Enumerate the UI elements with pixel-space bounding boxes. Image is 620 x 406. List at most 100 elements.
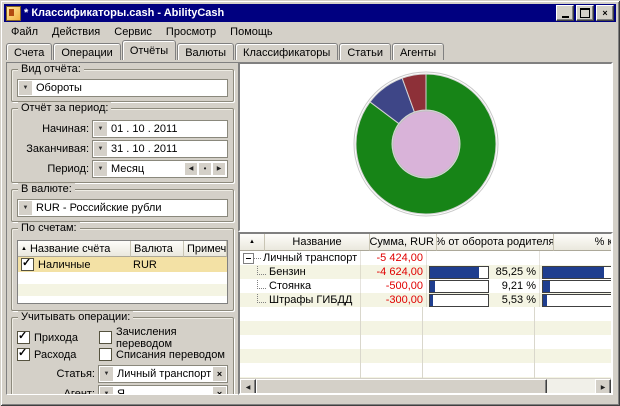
close-button[interactable]: ×	[596, 5, 614, 21]
table-row[interactable]: Стоянка-500,009,21 %	[240, 279, 611, 293]
table-row[interactable]: Личный транспорт-5 424,00	[240, 251, 611, 265]
row-name-cell: Личный транспорт	[240, 251, 361, 265]
report-type-group: Вид отчёта: ▼ Обороты	[11, 69, 234, 102]
total-pct-bar	[542, 266, 611, 279]
horizontal-scrollbar[interactable]: ◀ ▶	[240, 378, 611, 393]
minimize-button[interactable]	[556, 5, 574, 21]
chevron-down-icon[interactable]: ▼	[94, 142, 107, 156]
chart-hole	[393, 111, 459, 177]
report-type-select[interactable]: ▼ Обороты	[17, 79, 228, 97]
tab-strip: Счета Операции Отчёты Валюты Классификат…	[4, 41, 616, 60]
report-table-header: ▲ Название Сумма, RUR % от оборота родит…	[240, 234, 611, 251]
parent-pct-value: 85,25 %	[489, 266, 539, 278]
account-row[interactable]: Наличные RUR	[18, 257, 227, 272]
scrollbar-thumb[interactable]	[256, 379, 547, 395]
period-start-input[interactable]: ▼ 01 . 10 . 2011	[92, 120, 228, 138]
operations-group-label: Учитывать операции:	[18, 311, 133, 323]
tree-line	[254, 258, 261, 259]
accounts-header-currency[interactable]: Валюта	[131, 241, 184, 257]
maximize-button[interactable]	[576, 5, 594, 21]
row-sum-cell: -5 424,00	[361, 251, 427, 265]
period-step-select[interactable]: ▼ Месяц ◀ • ▶	[92, 160, 228, 178]
report-table-panel: ▲ Название Сумма, RUR % от оборота родит…	[238, 232, 613, 395]
agent-select[interactable]: ▼ Я ×	[98, 385, 228, 396]
scrollbar-track[interactable]	[547, 379, 595, 393]
tab-reports[interactable]: Отчёты	[122, 40, 176, 60]
period-end-input[interactable]: ▼ 31 . 10 . 2011	[92, 140, 228, 158]
row-parent-pct-cell: 5,53 %	[427, 293, 540, 307]
row-parent-pct-cell: 85,25 %	[427, 265, 540, 279]
title-bar[interactable]: * Классификаторы.cash - AbilityCash ×	[4, 4, 616, 22]
menu-file[interactable]: Файл	[4, 24, 45, 40]
row-name-cell: Штрафы ГИБДД	[240, 293, 361, 307]
row-total-pct-cell	[540, 265, 611, 279]
row-parent-pct-cell	[427, 251, 540, 265]
sort-header-cell[interactable]: ▲	[240, 234, 265, 251]
chevron-down-icon[interactable]: ▼	[100, 387, 113, 396]
header-parent-pct[interactable]: % от оборота родителя	[437, 234, 554, 251]
bar-fill	[430, 267, 479, 278]
account-checkbox[interactable]	[21, 258, 34, 271]
transfer-out-checkbox-item[interactable]: Списания переводом	[99, 348, 225, 361]
tree-line	[257, 265, 266, 275]
income-checkbox[interactable]	[17, 331, 30, 344]
row-total-pct-cell	[540, 279, 611, 293]
row-name-label: Штрафы ГИБДД	[269, 294, 352, 306]
expense-checkbox[interactable]	[17, 348, 30, 361]
tab-classifiers[interactable]: Классификаторы	[235, 43, 338, 60]
category-select[interactable]: ▼ Личный транспорт ×	[98, 365, 228, 383]
row-sum-cell: -500,00	[361, 279, 427, 293]
transfer-out-checkbox[interactable]	[99, 348, 112, 361]
tab-accounts[interactable]: Счета	[6, 43, 52, 60]
bar-fill	[543, 267, 604, 278]
parent-pct-bar	[429, 280, 489, 293]
row-name-cell: Стоянка	[240, 279, 361, 293]
currency-select[interactable]: ▼ RUR - Российские рубли	[17, 199, 228, 217]
chevron-down-icon[interactable]: ▼	[94, 122, 107, 136]
tab-agents[interactable]: Агенты	[392, 43, 444, 60]
header-sum[interactable]: Сумма, RUR	[370, 234, 437, 251]
current-period-icon[interactable]: •	[199, 163, 211, 175]
transfer-in-checkbox[interactable]	[99, 331, 112, 344]
menu-help[interactable]: Помощь	[223, 24, 280, 40]
header-name[interactable]: Название	[265, 234, 370, 251]
menu-view[interactable]: Просмотр	[159, 24, 223, 40]
accounts-header-name[interactable]: ▲Название счёта	[18, 241, 131, 257]
report-settings-panel: Вид отчёта: ▼ Обороты Отчёт за период: Н…	[6, 62, 239, 395]
table-row[interactable]: Штрафы ГИБДД-300,005,53 %	[240, 293, 611, 307]
bar-fill	[430, 281, 435, 292]
menu-service[interactable]: Сервис	[107, 24, 159, 40]
tab-articles[interactable]: Статьи	[339, 43, 391, 60]
clear-category-icon[interactable]: ×	[213, 367, 226, 381]
scroll-right-icon[interactable]: ▶	[595, 379, 611, 395]
chevron-down-icon[interactable]: ▼	[19, 201, 32, 215]
parent-pct-value: 5,53 %	[489, 294, 539, 306]
transfer-in-checkbox-item[interactable]: Зачисления переводом	[99, 326, 228, 350]
clear-agent-icon[interactable]: ×	[213, 387, 226, 396]
chart-panel	[238, 62, 613, 232]
scroll-left-icon[interactable]: ◀	[240, 379, 256, 395]
chevron-down-icon[interactable]: ▼	[19, 81, 32, 95]
period-group: Отчёт за период: Начиная: ▼ 01 . 10 . 20…	[11, 108, 234, 183]
parent-pct-bar	[429, 294, 489, 307]
chevron-down-icon[interactable]: ▼	[100, 367, 113, 381]
column-separator	[534, 307, 535, 378]
next-period-icon[interactable]: ▶	[213, 163, 225, 175]
empty-row	[18, 284, 227, 296]
tree-collapse-icon[interactable]	[243, 253, 254, 264]
chevron-down-icon[interactable]: ▼	[94, 162, 107, 176]
sort-asc-icon: ▲	[21, 246, 27, 252]
header-total-pct[interactable]: % к общему	[554, 234, 613, 251]
tab-operations[interactable]: Операции	[53, 43, 120, 60]
accounts-header-note[interactable]: Примечание	[184, 241, 227, 257]
table-row[interactable]: Бензин-4 624,0085,25 %	[240, 265, 611, 279]
row-name-label: Стоянка	[269, 280, 311, 292]
menu-actions[interactable]: Действия	[45, 24, 107, 40]
tab-currencies[interactable]: Валюты	[177, 43, 234, 60]
row-total-pct-cell	[540, 293, 611, 307]
period-start-label: Начиная:	[17, 123, 89, 135]
income-checkbox-item[interactable]: Прихода	[17, 331, 99, 344]
currency-group-label: В валюте:	[18, 183, 75, 195]
expense-checkbox-item[interactable]: Расхода	[17, 348, 99, 361]
previous-period-icon[interactable]: ◀	[185, 163, 197, 175]
